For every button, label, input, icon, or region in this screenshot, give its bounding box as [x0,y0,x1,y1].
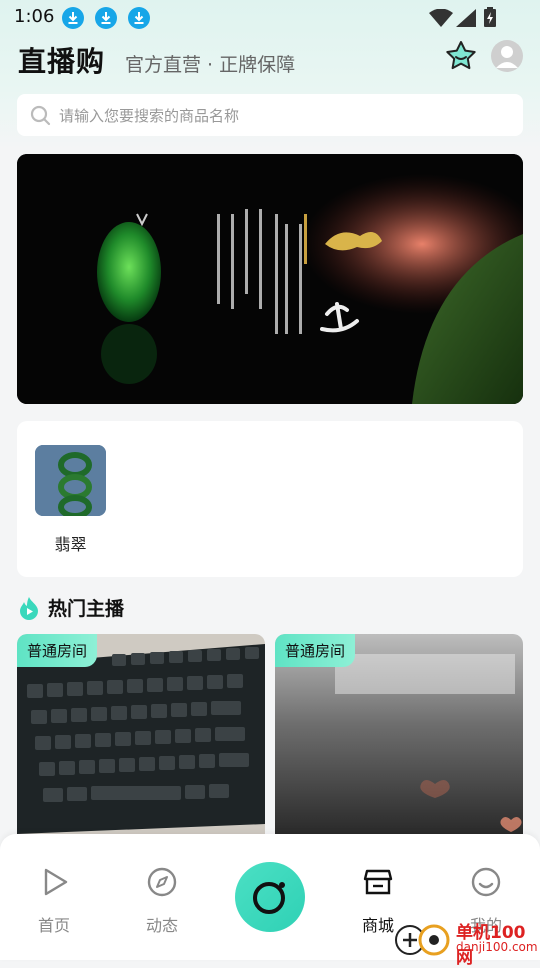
room-card[interactable]: 普通房间 [275,634,523,834]
section-header: 热门主播 [18,594,124,621]
tab-label: 首页 [37,916,70,935]
page-subtitle: 官方直营 · 正牌保障 [125,54,296,76]
camera-live-icon [253,882,285,914]
download-icon [95,7,117,29]
watermark: 单机100网 danji100.com [394,918,540,968]
smile-icon [471,867,501,897]
tab-home[interactable]: 首页 [14,834,94,960]
start-live-button[interactable] [235,862,305,932]
app-header: 直播购 官方直营 · 正牌保障 [18,40,295,80]
search-icon [30,105,51,126]
user-icon [496,46,518,68]
watermark-logo [395,924,450,956]
category-card: 翡翠 [17,421,523,577]
signal-icon [456,9,476,27]
status-time: 1:06 [14,6,55,27]
download-icon [62,7,84,29]
search-input[interactable]: 请输入您要搜索的商品名称 [59,105,239,126]
section-title: 热门主播 [48,598,125,620]
star-icon [446,41,476,70]
compass-icon [147,867,177,897]
play-icon [44,868,68,896]
favorite-button[interactable] [445,40,477,72]
promo-banner[interactable] [17,154,523,404]
banner-image [17,154,523,404]
room-badge: 普通房间 [275,634,356,667]
status-bar: 1:06 [0,0,540,36]
battery-icon [484,7,496,27]
category-image[interactable] [35,445,106,516]
avatar[interactable] [491,40,523,72]
page-title: 直播购 [18,45,106,78]
watermark-url: danji100.com [456,940,538,954]
flame-icon [20,596,38,620]
room-card[interactable]: 普通房间 [17,634,265,834]
download-icon [128,7,150,29]
search-bar[interactable]: 请输入您要搜索的商品名称 [17,94,523,136]
tab-label: 动态 [145,916,178,935]
store-icon [363,869,393,895]
category-label: 翡翠 [54,535,87,554]
room-badge: 普通房间 [17,634,98,667]
wifi-icon [429,9,453,27]
tab-moments[interactable]: 动态 [122,834,202,960]
